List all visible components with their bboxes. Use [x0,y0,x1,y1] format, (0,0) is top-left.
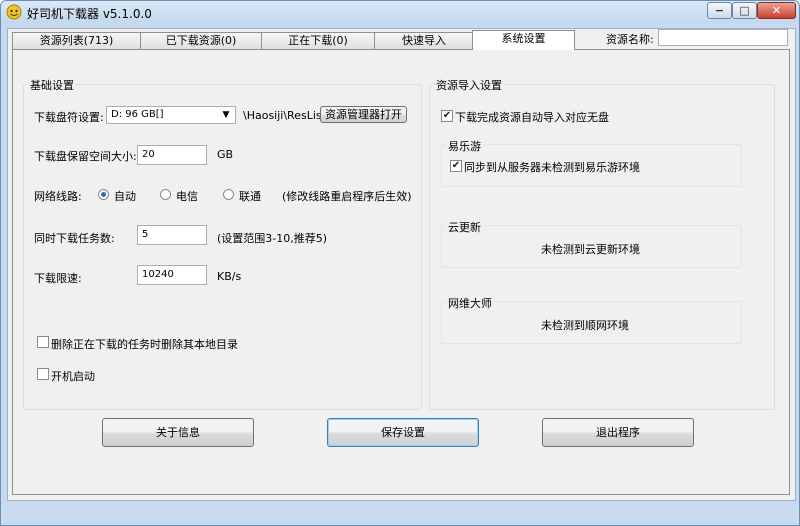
about-button[interactable]: 关于信息 [102,418,254,447]
wangwei-title: 网维大师 [446,295,494,311]
wangwei-group: 网维大师 未检测到顺网环境 [441,295,742,344]
speed-limit-label: 下载限速: [34,272,82,285]
yile-group: 易乐游 ✔ 同步到从服务器 未检测到易乐游环境 [441,138,742,187]
minimize-button[interactable]: − [707,2,732,19]
close-button[interactable]: ✕ [757,2,796,19]
reserve-space-label: 下载盘保留空间大小: [34,150,137,163]
basic-settings-legend: 基础设置 [28,77,76,93]
import-settings-group: 资源导入设置 ✔ 下载完成资源自动导入对应无盘 易乐游 ✔ 同步到从服务器 未检… [429,77,775,410]
minimize-icon: − [714,4,725,17]
maximize-icon: □ [739,4,750,17]
reserve-space-input[interactable]: 20 [137,145,207,165]
sync-slave-label: 同步到从服务器 [464,161,541,174]
wangwei-status: 未检测到顺网环境 [541,319,629,332]
drive-select-value: D: 96 GB[] [111,109,164,120]
tab-resource-list[interactable]: 资源列表(713) [12,32,141,49]
auto-import-checkbox[interactable]: ✔ [441,110,453,122]
concurrent-tasks-note: (设置范围3-10,推荐5) [217,232,328,245]
network-unicom-label: 联通 [239,190,261,203]
import-settings-legend: 资源导入设置 [434,77,504,93]
concurrent-tasks-label: 同时下载任务数: [34,232,115,245]
tab-system-settings[interactable]: 系统设置 [472,30,575,50]
basic-settings-group: 基础设置 下载盘符设置: D: 96 GB[] ▼ \Haosiji\ResLi… [23,77,422,410]
yile-title: 易乐游 [446,138,483,154]
reserve-unit: GB [217,148,234,161]
network-auto-label: 自动 [114,190,136,203]
autostart-checkbox[interactable] [37,368,49,380]
open-explorer-button[interactable]: 资源管理器打开 [320,106,407,123]
concurrent-tasks-input[interactable]: 5 [137,225,207,245]
yile-status: 未检测到易乐游环境 [541,161,640,174]
network-note: (修改线路重启程序后生效) [282,190,412,203]
save-settings-button[interactable]: 保存设置 [327,418,479,447]
chevron-down-icon: ▼ [222,110,230,120]
title-bar: 好司机下载器 v5.1.0.0 − □ ✕ [1,1,799,23]
resource-name-input[interactable] [658,29,788,46]
drive-label: 下载盘符设置: [34,111,104,124]
tab-downloaded[interactable]: 已下载资源(0) [140,32,262,49]
network-unicom-radio[interactable] [223,189,234,200]
window-title: 好司机下载器 v5.1.0.0 [27,7,152,21]
client-area: 资源列表(713) 已下载资源(0) 正在下载(0) 快速导入 系统设置 资源名… [7,28,796,501]
yun-title: 云更新 [446,219,483,235]
status-bar [1,501,799,525]
network-label: 网络线路: [34,190,82,203]
network-telecom-label: 电信 [176,190,198,203]
tab-downloading[interactable]: 正在下载(0) [261,32,375,49]
network-auto-radio[interactable] [98,189,109,200]
download-path: \Haosiji\ResList [243,109,326,122]
close-icon: ✕ [771,4,782,17]
drive-select[interactable]: D: 96 GB[] ▼ [106,106,236,124]
maximize-button[interactable]: □ [732,2,757,19]
speed-limit-unit: KB/s [217,270,242,283]
delete-dir-checkbox[interactable] [37,336,49,348]
exit-button[interactable]: 退出程序 [542,418,694,447]
speed-limit-input[interactable]: 10240 [137,265,207,285]
tab-quick-import[interactable]: 快速导入 [374,32,474,49]
settings-panel: 基础设置 下载盘符设置: D: 96 GB[] ▼ \Haosiji\ResLi… [12,49,790,495]
resource-name-label: 资源名称: [606,33,654,46]
auto-import-label: 下载完成资源自动导入对应无盘 [455,111,609,124]
yun-status: 未检测到云更新环境 [541,243,640,256]
app-window: 好司机下载器 v5.1.0.0 − □ ✕ 资源列表(713) 已下载资源(0)… [0,0,800,526]
network-telecom-radio[interactable] [160,189,171,200]
yun-group: 云更新 未检测到云更新环境 [441,219,742,268]
delete-dir-label: 删除正在下载的任务时删除其本地目录 [51,338,238,351]
app-logo-icon [6,4,22,20]
sync-slave-checkbox[interactable]: ✔ [450,160,462,172]
autostart-label: 开机启动 [51,370,95,383]
